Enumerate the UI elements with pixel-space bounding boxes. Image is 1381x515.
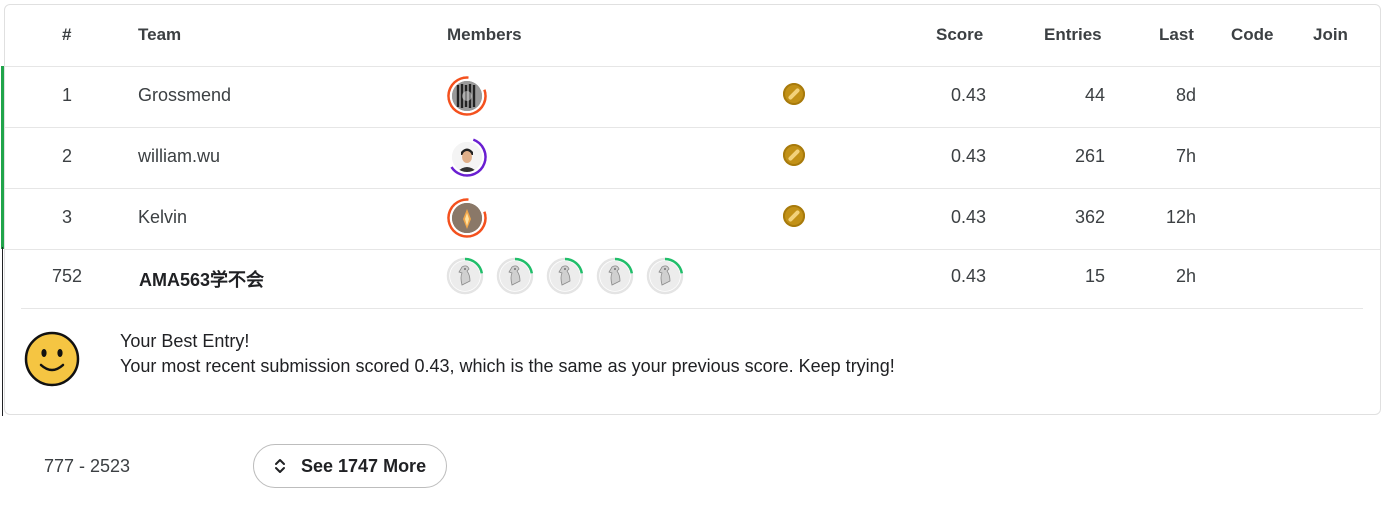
col-score-header[interactable]: Score [936,25,983,45]
expand-chevron-icon [275,459,285,473]
team-name-link[interactable]: Kelvin [138,207,187,228]
gold-medal-icon [783,83,805,105]
entries-cell: 261 [1074,146,1105,166]
default-goose-avatar-icon [500,261,530,291]
range-label: 777 - 2523 [44,456,131,476]
member-avatar[interactable] [596,257,634,295]
member-avatar[interactable] [496,257,534,295]
team-name-link[interactable]: william.wu [138,146,220,167]
avatar-image [452,81,482,111]
entries-cell: 362 [1074,207,1105,227]
member-avatar[interactable] [646,257,684,295]
col-rank-header[interactable]: # [62,25,71,45]
rank-cell: 752 [51,266,83,286]
score-cell: 0.43 [950,207,986,227]
leaderboard-header: # Team Members Score Entries Last Code J… [5,5,1380,67]
avatar-image [452,142,482,172]
col-code-header: Code [1231,25,1274,44]
entries-cell: 15 [1084,266,1105,286]
see-more-label: See 1747 More [301,455,427,476]
last-cell: 2h [1175,266,1196,286]
default-goose-avatar-icon [450,261,480,291]
default-goose-avatar-icon [550,261,580,291]
avatar-image [452,203,482,233]
divider [21,308,1363,309]
col-members-header: Members [447,25,522,44]
score-cell: 0.43 [950,266,986,286]
score-cell: 0.43 [950,146,986,166]
member-avatar[interactable] [447,198,487,238]
medal-zone-bar [1,188,4,249]
last-cell: 8d [1175,85,1196,105]
rank-cell: 2 [61,146,72,166]
col-team-header[interactable]: Team [138,25,181,45]
member-avatar[interactable] [447,137,487,177]
col-join-header: Join [1313,25,1348,44]
rank-cell: 3 [61,207,72,227]
last-cell: 7h [1175,146,1196,166]
score-cell: 0.43 [950,85,986,105]
gold-medal-icon [783,205,805,227]
see-more-button[interactable]: See 1747 More [253,444,447,488]
gold-medal-icon [783,144,805,166]
message-title: Your Best Entry! [120,331,250,351]
entries-cell: 44 [1084,85,1105,105]
member-avatar[interactable] [447,76,487,116]
leaderboard: # Team Members Score Entries Last Code J… [1,4,1381,416]
team-name-link[interactable]: AMA563学不会 [139,266,264,292]
col-entries-header[interactable]: Entries [1044,25,1102,45]
smiley-face-icon [24,331,80,387]
table-row[interactable]: 1 Grossmend 0.43 44 8d [1,66,1380,128]
member-avatar[interactable] [446,257,484,295]
last-cell: 12h [1165,207,1196,227]
message-body: Your most recent submission scored 0.43,… [120,356,895,376]
table-row[interactable]: 3 Kelvin 0.43 362 12h [1,188,1380,250]
medal-zone-bar [1,127,4,188]
team-name-link[interactable]: Grossmend [138,85,231,106]
member-avatar[interactable] [546,257,584,295]
medal-zone-bar [1,66,4,127]
table-row[interactable]: 2 william.wu 0.43 261 7h [1,127,1380,189]
default-goose-avatar-icon [650,261,680,291]
default-goose-avatar-icon [600,261,630,291]
col-last-header[interactable]: Last [1159,25,1194,45]
rank-cell: 1 [61,85,72,105]
